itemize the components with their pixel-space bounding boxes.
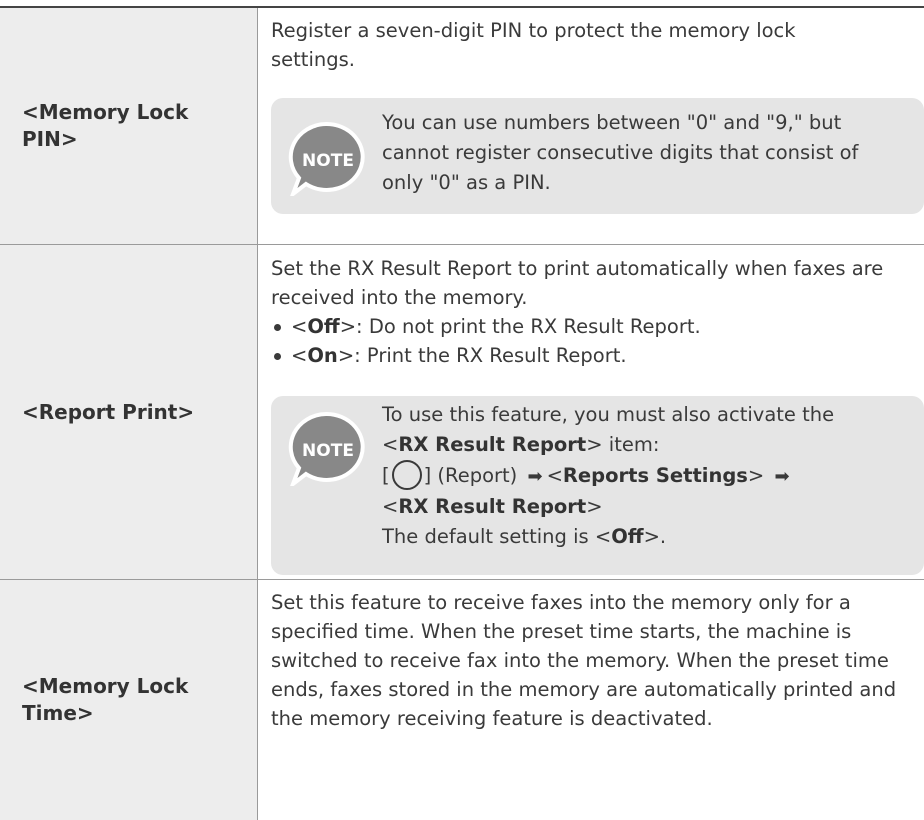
note-box: NOTE You can use numbers between "0" and… xyxy=(271,98,924,214)
description-text: Set this feature to receive faxes into t… xyxy=(271,591,897,730)
note-line: <RX Result Report> item: xyxy=(382,433,660,456)
table-row-memory-lock-pin: <Memory Lock PIN> Register a seven-digit… xyxy=(0,8,924,245)
row-label: <Report Print> xyxy=(0,245,258,579)
list-item: <On>: Print the RX Result Report. xyxy=(271,341,924,370)
row-description: Set this feature to receive faxes into t… xyxy=(258,580,924,820)
note-icon: NOTE xyxy=(288,121,365,196)
row-description: Register a seven-digit PIN to protect th… xyxy=(258,8,924,244)
note-content: To use this feature, you must also activ… xyxy=(382,396,904,552)
note-box: NOTE To use this feature, you must also … xyxy=(271,396,924,575)
row-label: <Memory Lock PIN> xyxy=(0,8,258,244)
description-text: Register a seven-digit PIN to protect th… xyxy=(271,19,796,71)
svg-text:NOTE: NOTE xyxy=(302,441,354,461)
note-line: [] (Report) ➡ <Reports Settings> ➡ xyxy=(382,460,904,492)
svg-text:NOTE: NOTE xyxy=(302,151,354,171)
list-item: <Off>: Do not print the RX Result Report… xyxy=(271,312,924,341)
report-key-icon xyxy=(391,460,422,490)
note-icon: NOTE xyxy=(288,411,365,486)
table-row-memory-lock-time: <Memory Lock Time> Set this feature to r… xyxy=(0,580,924,820)
note-text: You can use numbers between "0" and "9,"… xyxy=(382,111,859,194)
row-label: <Memory Lock Time> xyxy=(0,580,258,820)
arrow-right-icon: ➡ xyxy=(527,466,543,487)
settings-table: <Memory Lock PIN> Register a seven-digit… xyxy=(0,6,924,820)
note-line: <RX Result Report> xyxy=(382,495,603,518)
note-line: The default setting is <Off>. xyxy=(382,525,667,548)
arrow-right-icon: ➡ xyxy=(774,466,790,487)
row-label-text: <Report Print> xyxy=(22,399,195,424)
row-label-text: <Memory Lock PIN> xyxy=(22,100,189,151)
option-list: <Off>: Do not print the RX Result Report… xyxy=(271,312,924,370)
table-row-report-print: <Report Print> Set the RX Result Report … xyxy=(0,245,924,580)
row-label-text: <Memory Lock Time> xyxy=(22,674,189,725)
description-text: Set the RX Result Report to print automa… xyxy=(271,257,884,309)
row-description: Set the RX Result Report to print automa… xyxy=(258,245,924,579)
note-line: To use this feature, you must also activ… xyxy=(382,403,835,426)
